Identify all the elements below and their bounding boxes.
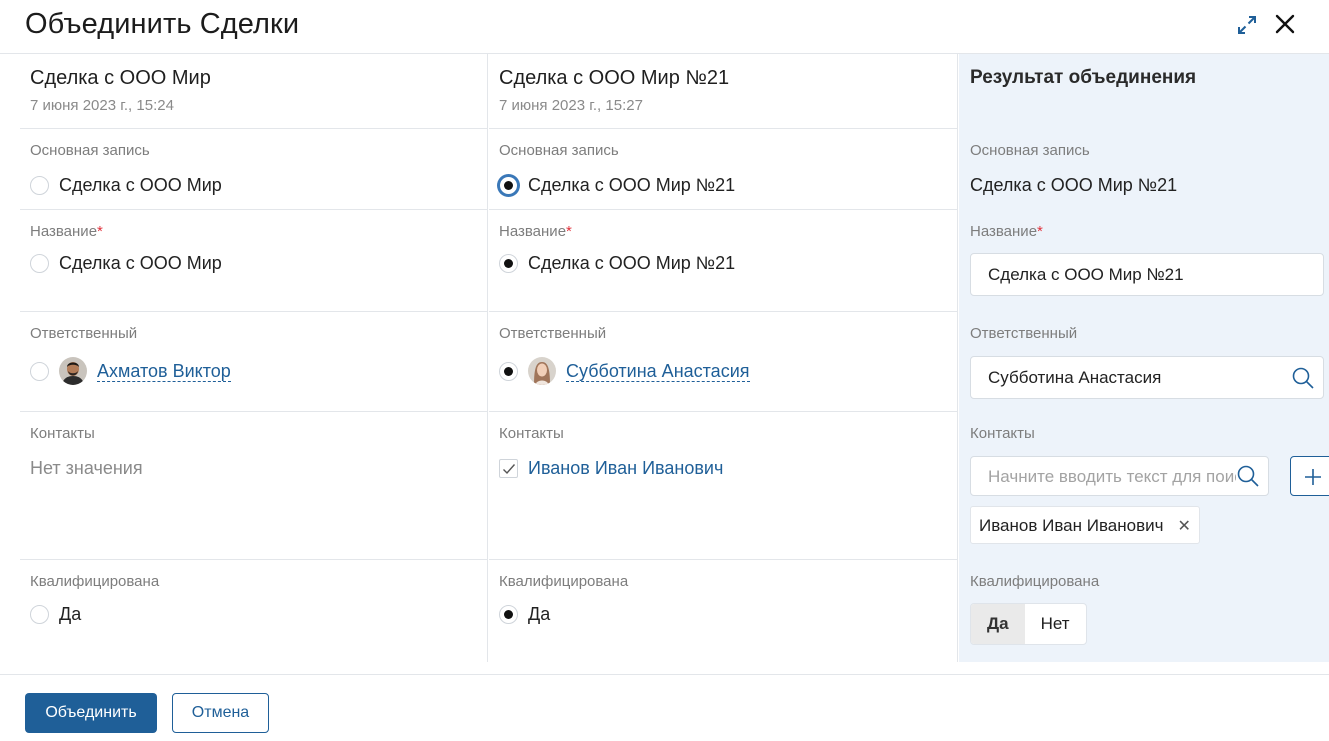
contact-link[interactable]: Иванов Иван Иванович <box>528 458 723 479</box>
result-header: Результат объединения <box>970 54 1329 129</box>
required-mark: * <box>566 223 572 240</box>
contacts-row: Контакты Начните вводить текст для поиск… <box>970 412 1329 560</box>
deal-header: Сделка с ООО Мир 7 июня 2023 г., 15:24 <box>20 54 487 129</box>
main-record-row: Основная запись Сделка с ООО Мир №21 <box>970 129 1329 210</box>
field-label: Название* <box>30 223 103 240</box>
contact-chip: Иванов Иван Иванович ✕ <box>970 506 1200 544</box>
merge-button[interactable]: Объединить <box>25 693 157 733</box>
field-label: Ответственный <box>30 325 138 342</box>
option-label: Сделка с ООО Мир <box>59 175 222 195</box>
contact-option[interactable]: Иванов Иван Иванович <box>499 458 723 479</box>
qualified-option[interactable]: Да <box>30 604 81 625</box>
name-row: Название* Сделка с ООО Мир <box>20 210 487 312</box>
deal-title: Сделка с ООО Мир №21 <box>499 67 730 89</box>
responsible-option[interactable]: Ахматов Виктор <box>30 357 231 385</box>
responsible-row: Ответственный Субботина Анастасия <box>970 312 1329 412</box>
left-deal-column: Сделка с ООО Мир 7 июня 2023 г., 15:24 О… <box>0 54 488 662</box>
name-row: Название* Сделка с ООО Мир №21 <box>970 210 1329 312</box>
deal-date: 7 июня 2023 г., 15:27 <box>499 97 643 114</box>
main-record-row: Основная запись Сделка с ООО Мир <box>20 129 487 210</box>
name-option[interactable]: Сделка с ООО Мир №21 <box>499 253 735 274</box>
result-title: Результат объединения <box>970 67 1197 88</box>
required-mark: * <box>97 223 103 240</box>
expand-icon[interactable] <box>1236 14 1258 36</box>
add-contact-button[interactable] <box>1290 456 1329 496</box>
option-label: Сделка с ООО Мир №21 <box>528 253 736 273</box>
option-label: Сделка с ООО Мир №21 <box>528 175 736 195</box>
qualified-option[interactable]: Да <box>499 604 550 625</box>
field-label: Основная запись <box>30 142 150 159</box>
main-record-option[interactable]: Сделка с ООО Мир <box>30 175 222 196</box>
avatar <box>59 357 87 385</box>
qualified-row: Квалифицирована Да <box>20 560 487 662</box>
radio-button-selected[interactable] <box>499 361 518 381</box>
qualified-row: Квалифицирована Да <box>489 560 957 662</box>
deal-header: Сделка с ООО Мир №21 7 июня 2023 г., 15:… <box>489 54 957 129</box>
responsible-option[interactable]: Субботина Анастасия <box>499 357 750 385</box>
name-row: Название* Сделка с ООО Мир №21 <box>489 210 957 312</box>
option-label: Да <box>59 604 82 624</box>
radio-button[interactable] <box>30 254 49 273</box>
radio-button-selected[interactable] <box>499 176 518 195</box>
responsible-row: Ответственный Ахматов Виктор <box>20 312 487 412</box>
field-label: Название* <box>499 223 572 240</box>
responsible-row: Ответственный Субботина Анастасия <box>489 312 957 412</box>
field-label: Контакты <box>499 425 564 442</box>
responsible-input-value: Субботина Анастасия <box>988 368 1162 387</box>
plus-icon <box>1305 469 1321 485</box>
chip-label: Иванов Иван Иванович <box>979 516 1164 535</box>
field-label: Квалифицирована <box>970 573 1100 590</box>
dialog-title: Объединить Сделки <box>25 8 300 40</box>
avatar <box>528 357 556 385</box>
radio-button[interactable] <box>30 361 49 381</box>
search-icon[interactable] <box>1236 464 1260 488</box>
field-label: Основная запись <box>970 142 1090 159</box>
main-record-row: Основная запись Сделка с ООО Мир №21 <box>489 129 957 210</box>
required-mark: * <box>1037 223 1043 240</box>
dialog-footer: Объединить Отмена <box>0 674 1329 741</box>
name-input-value: Сделка с ООО Мир №21 <box>988 265 1184 284</box>
user-link[interactable]: Ахматов Виктор <box>97 361 231 382</box>
name-option[interactable]: Сделка с ООО Мир <box>30 253 222 274</box>
option-label: Да <box>528 604 551 624</box>
checkmark-icon <box>503 464 516 475</box>
search-icon[interactable] <box>1291 366 1315 390</box>
dialog-header: Объединить Сделки <box>0 0 1329 54</box>
deal-title: Сделка с ООО Мир <box>30 67 211 89</box>
main-record-value: Сделка с ООО Мир №21 <box>970 175 1178 195</box>
radio-button-selected[interactable] <box>499 605 518 624</box>
field-label: Контакты <box>30 425 95 442</box>
field-label: Квалифицирована <box>499 573 629 590</box>
name-input[interactable]: Сделка с ООО Мир №21 <box>970 253 1324 296</box>
contacts-search-input[interactable]: Начните вводить текст для поиска <box>970 456 1269 496</box>
merge-result-column: Результат объединения Основная запись Сд… <box>959 54 1329 662</box>
remove-icon[interactable]: ✕ <box>1177 516 1190 543</box>
contacts-placeholder: Начните вводить текст для поиска <box>988 467 1260 486</box>
user-link[interactable]: Субботина Анастасия <box>566 361 750 382</box>
contacts-row: Контакты Нет значения <box>20 412 487 560</box>
radio-button[interactable] <box>30 605 49 624</box>
cancel-button[interactable]: Отмена <box>172 693 269 733</box>
field-label: Основная запись <box>499 142 619 159</box>
radio-button[interactable] <box>30 176 49 195</box>
deal-date: 7 июня 2023 г., 15:24 <box>30 97 174 114</box>
qualified-toggle: Да Нет <box>970 603 1087 645</box>
checkbox[interactable] <box>499 459 518 478</box>
toggle-yes[interactable]: Да <box>971 604 1025 644</box>
contacts-row: Контакты Иванов Иван Иванович <box>489 412 957 560</box>
qualified-row: Квалифицирована Да Нет <box>970 560 1329 662</box>
empty-value: Нет значения <box>30 458 143 478</box>
toggle-no[interactable]: Нет <box>1025 604 1086 644</box>
responsible-input[interactable]: Субботина Анастасия <box>970 356 1324 399</box>
field-label: Контакты <box>970 425 1035 442</box>
close-icon[interactable] <box>1273 12 1297 36</box>
field-label: Ответственный <box>499 325 607 342</box>
field-label: Название* <box>970 223 1043 240</box>
field-label: Квалифицирована <box>30 573 160 590</box>
main-record-option[interactable]: Сделка с ООО Мир №21 <box>499 175 735 196</box>
radio-button-selected[interactable] <box>499 254 518 273</box>
middle-deal-column: Сделка с ООО Мир №21 7 июня 2023 г., 15:… <box>489 54 958 662</box>
option-label: Сделка с ООО Мир <box>59 253 222 273</box>
field-label: Ответственный <box>970 325 1078 342</box>
